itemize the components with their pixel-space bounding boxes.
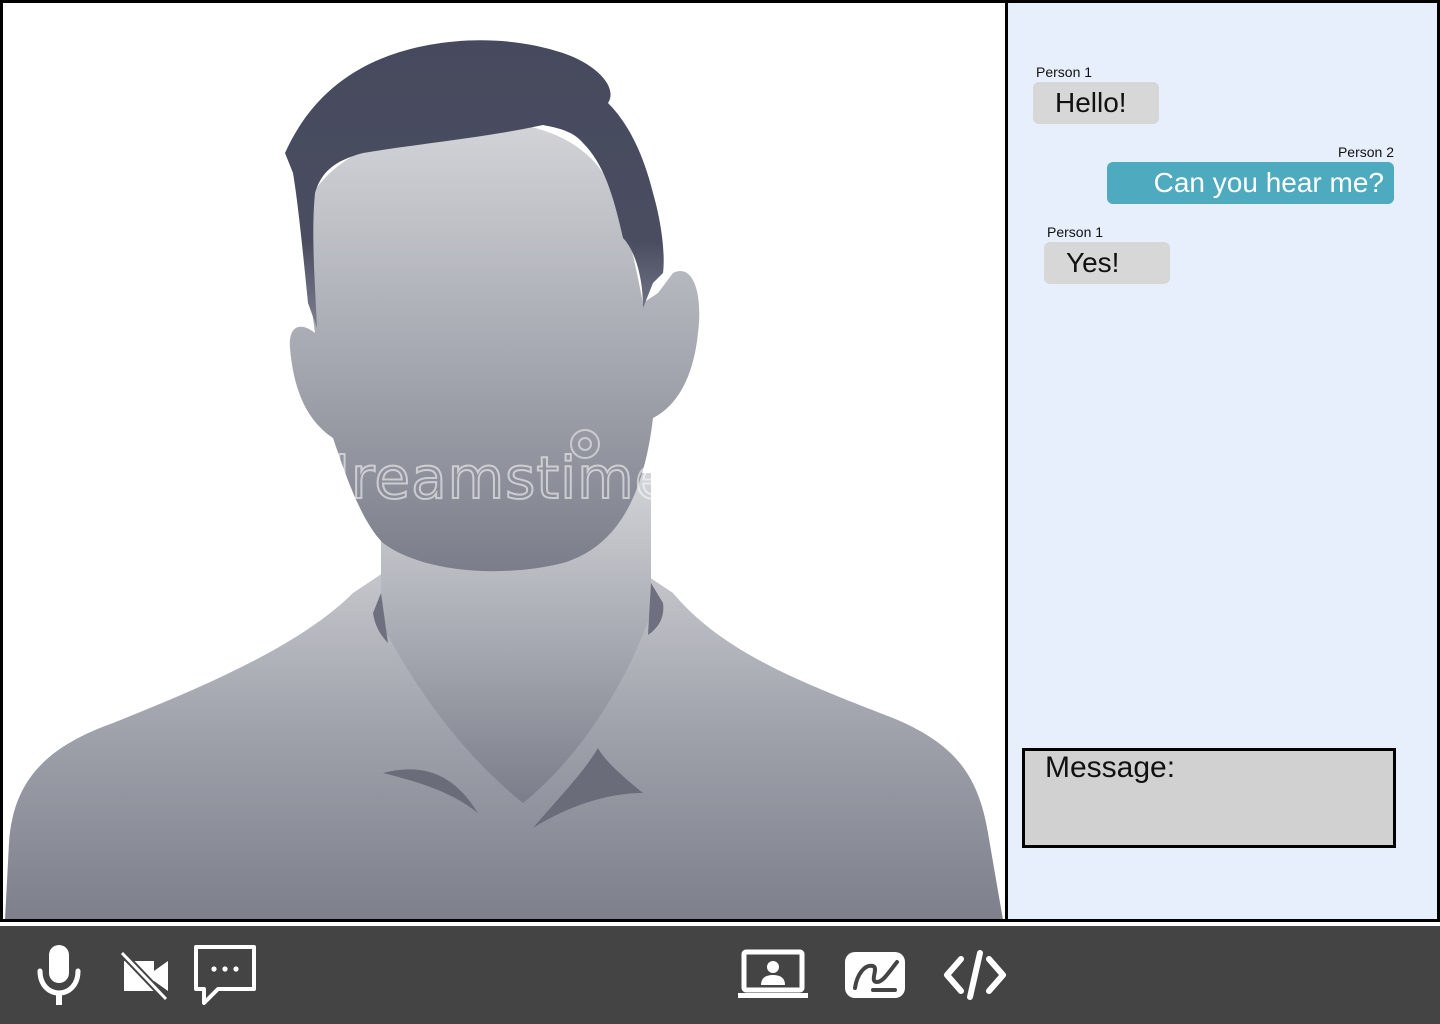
chat-toggle-button[interactable]	[190, 926, 260, 1024]
screen-share-button[interactable]	[736, 926, 810, 1024]
chat-message: Person 1 Yes!	[1044, 224, 1170, 284]
call-toolbar	[0, 926, 1440, 1024]
chat-message: Person 1 Hello!	[1033, 64, 1159, 124]
microphone-button[interactable]	[30, 926, 88, 1024]
video-feed: dreamstime	[0, 0, 1008, 922]
person-avatar-silhouette: dreamstime	[5, 40, 1003, 919]
watermark-text: dreamstime	[313, 444, 671, 512]
camera-toggle-button[interactable]	[116, 926, 172, 1024]
microphone-icon	[37, 945, 81, 1005]
message-bubble: Yes!	[1044, 242, 1170, 284]
video-call-app: dreamstime Person 1 Hello! Person 2 Can …	[0, 0, 1440, 1024]
screen-share-icon	[738, 949, 808, 998]
message-sender: Person 1	[1047, 224, 1104, 240]
code-button[interactable]	[940, 926, 1010, 1024]
camera-off-icon	[119, 950, 169, 1001]
whiteboard-icon	[845, 952, 905, 998]
code-icon	[944, 950, 1006, 1000]
chat-message: Person 2 Can you hear me?	[1107, 144, 1394, 204]
message-bubble: Can you hear me?	[1107, 162, 1394, 204]
message-sender: Person 2	[1337, 144, 1394, 160]
message-bubble: Hello!	[1033, 82, 1159, 124]
chat-icon	[194, 945, 256, 1005]
whiteboard-button[interactable]	[840, 926, 910, 1024]
message-input[interactable]: Message:	[1022, 748, 1396, 848]
message-sender: Person 1	[1036, 64, 1093, 80]
message-input-label: Message:	[1045, 751, 1176, 784]
